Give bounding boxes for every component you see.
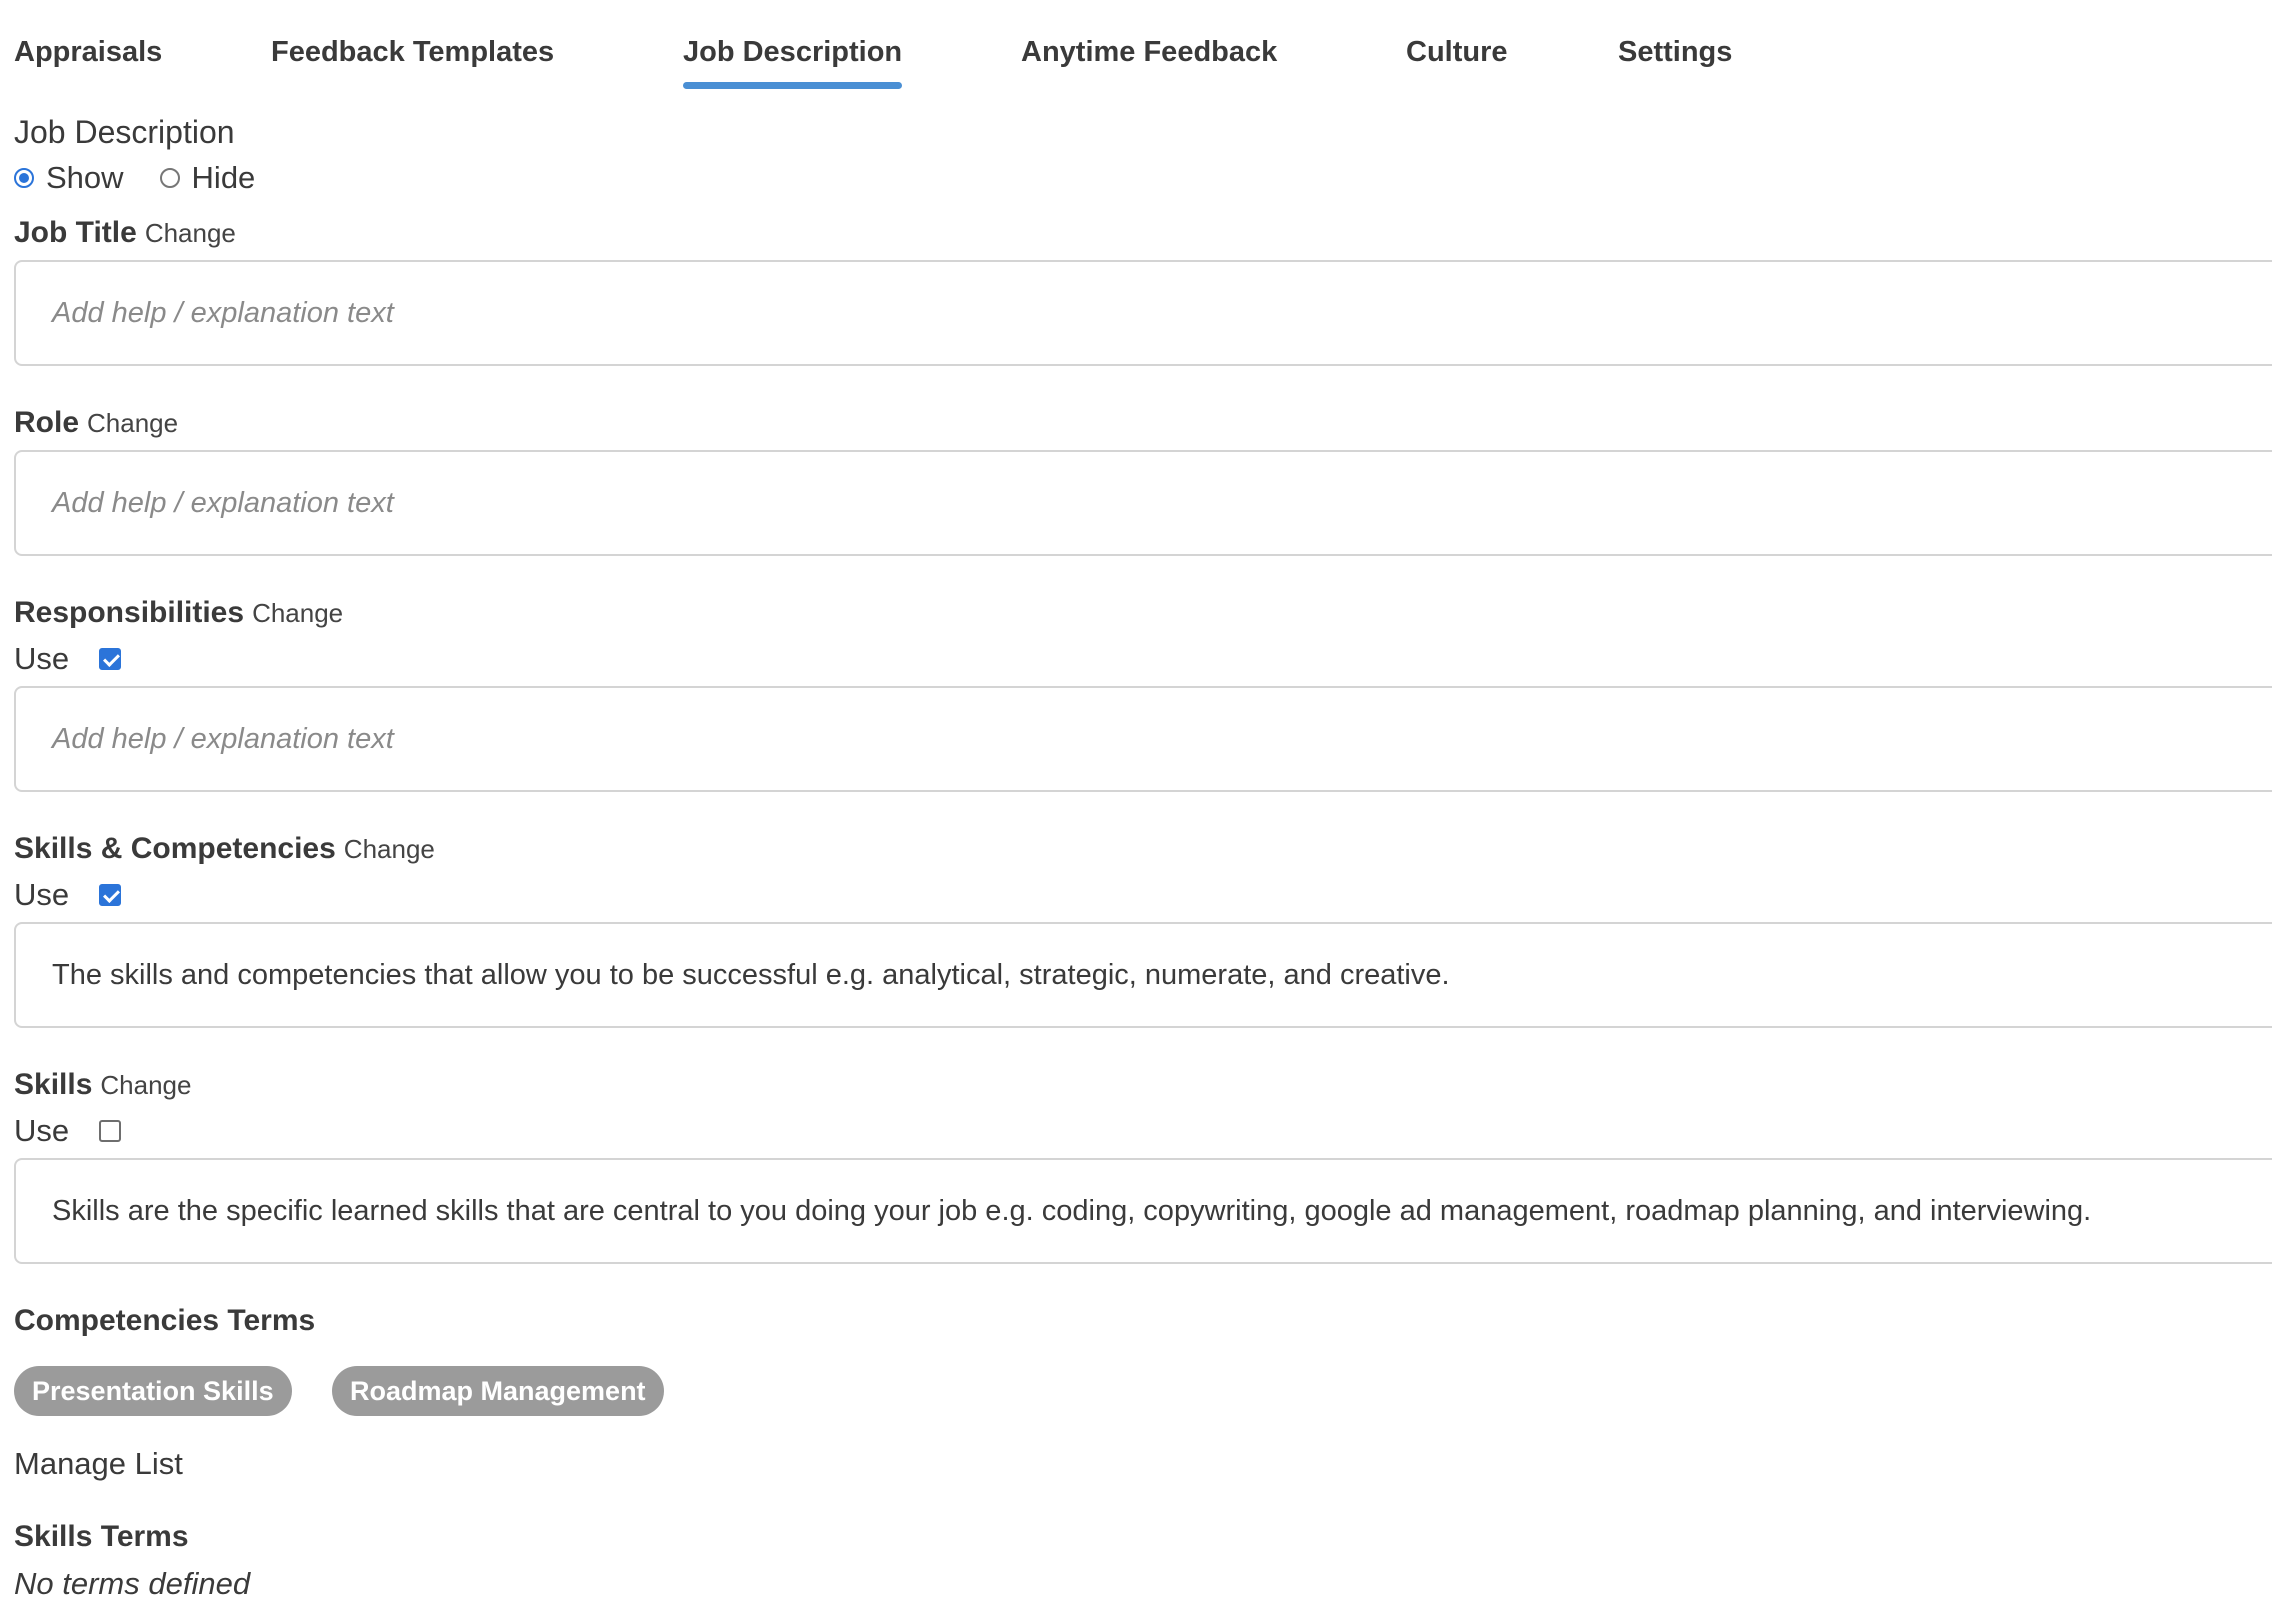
skills-terms-empty-text: No terms defined — [14, 1566, 251, 1601]
skills-competencies-label: Skills & Competencies Change — [14, 834, 435, 864]
skills-competencies-use-label: Use — [14, 877, 70, 912]
job-description-heading: Job Description — [14, 114, 235, 150]
job-title-help-input[interactable]: Add help / explanation text — [14, 260, 2272, 366]
tab-job-description[interactable]: Job Description — [683, 38, 903, 89]
skills-change-link[interactable]: Change — [100, 1070, 191, 1100]
role-label: Role Change — [14, 408, 178, 438]
responsibilities-label-text: Responsibilities — [14, 596, 245, 629]
show-radio-label: Show — [46, 160, 124, 195]
job-title-label-text: Job Title — [14, 216, 137, 249]
competencies-terms-heading: Competencies Terms — [14, 1304, 316, 1337]
hide-radio-label: Hide — [191, 160, 256, 195]
responsibilities-change-link[interactable]: Change — [252, 598, 343, 628]
skills-competencies-use-checkbox[interactable] — [99, 883, 122, 906]
skills-competencies-use-row: Use — [14, 877, 122, 912]
job-title-label: Job Title Change — [14, 218, 236, 248]
skills-competencies-help-input[interactable]: The skills and competencies that allow y… — [14, 922, 2272, 1028]
responsibilities-use-label: Use — [14, 641, 70, 676]
hide-radio-option[interactable]: Hide — [159, 160, 256, 195]
skills-use-label: Use — [14, 1113, 70, 1148]
responsibilities-label: Responsibilities Change — [14, 598, 343, 628]
responsibilities-help-input[interactable]: Add help / explanation text — [14, 686, 2272, 792]
role-help-input[interactable]: Add help / explanation text — [14, 450, 2272, 556]
tab-settings[interactable]: Settings — [1618, 38, 1732, 67]
skills-competencies-change-link[interactable]: Change — [344, 834, 435, 864]
skills-help-input[interactable]: Skills are the specific learned skills t… — [14, 1158, 2272, 1264]
show-radio[interactable] — [14, 167, 34, 188]
skills-competencies-label-text: Skills & Competencies — [14, 832, 336, 865]
tab-culture[interactable]: Culture — [1406, 38, 1508, 67]
responsibilities-use-checkbox[interactable] — [99, 647, 122, 670]
job-title-change-link[interactable]: Change — [145, 218, 236, 248]
manage-list-link[interactable]: Manage List — [14, 1448, 183, 1479]
skills-terms-heading: Skills Terms — [14, 1520, 189, 1553]
tab-feedback-templates[interactable]: Feedback Templates — [271, 38, 554, 67]
responsibilities-use-row: Use — [14, 641, 122, 676]
skills-use-checkbox[interactable] — [99, 1119, 122, 1142]
role-change-link[interactable]: Change — [87, 408, 178, 438]
show-radio-option[interactable]: Show — [14, 162, 124, 193]
skills-label: Skills Change — [14, 1070, 191, 1100]
visibility-radio-group: Show Hide — [14, 162, 255, 193]
skills-use-row: Use — [14, 1113, 122, 1148]
competency-term-pill[interactable]: Presentation Skills — [14, 1366, 292, 1416]
tab-appraisals[interactable]: Appraisals — [14, 38, 162, 67]
hide-radio[interactable] — [159, 167, 180, 188]
competency-term-pill[interactable]: Roadmap Management — [332, 1366, 664, 1416]
skills-label-text: Skills — [14, 1068, 93, 1101]
role-label-text: Role — [14, 406, 80, 439]
tab-anytime-feedback[interactable]: Anytime Feedback — [1021, 38, 1277, 67]
